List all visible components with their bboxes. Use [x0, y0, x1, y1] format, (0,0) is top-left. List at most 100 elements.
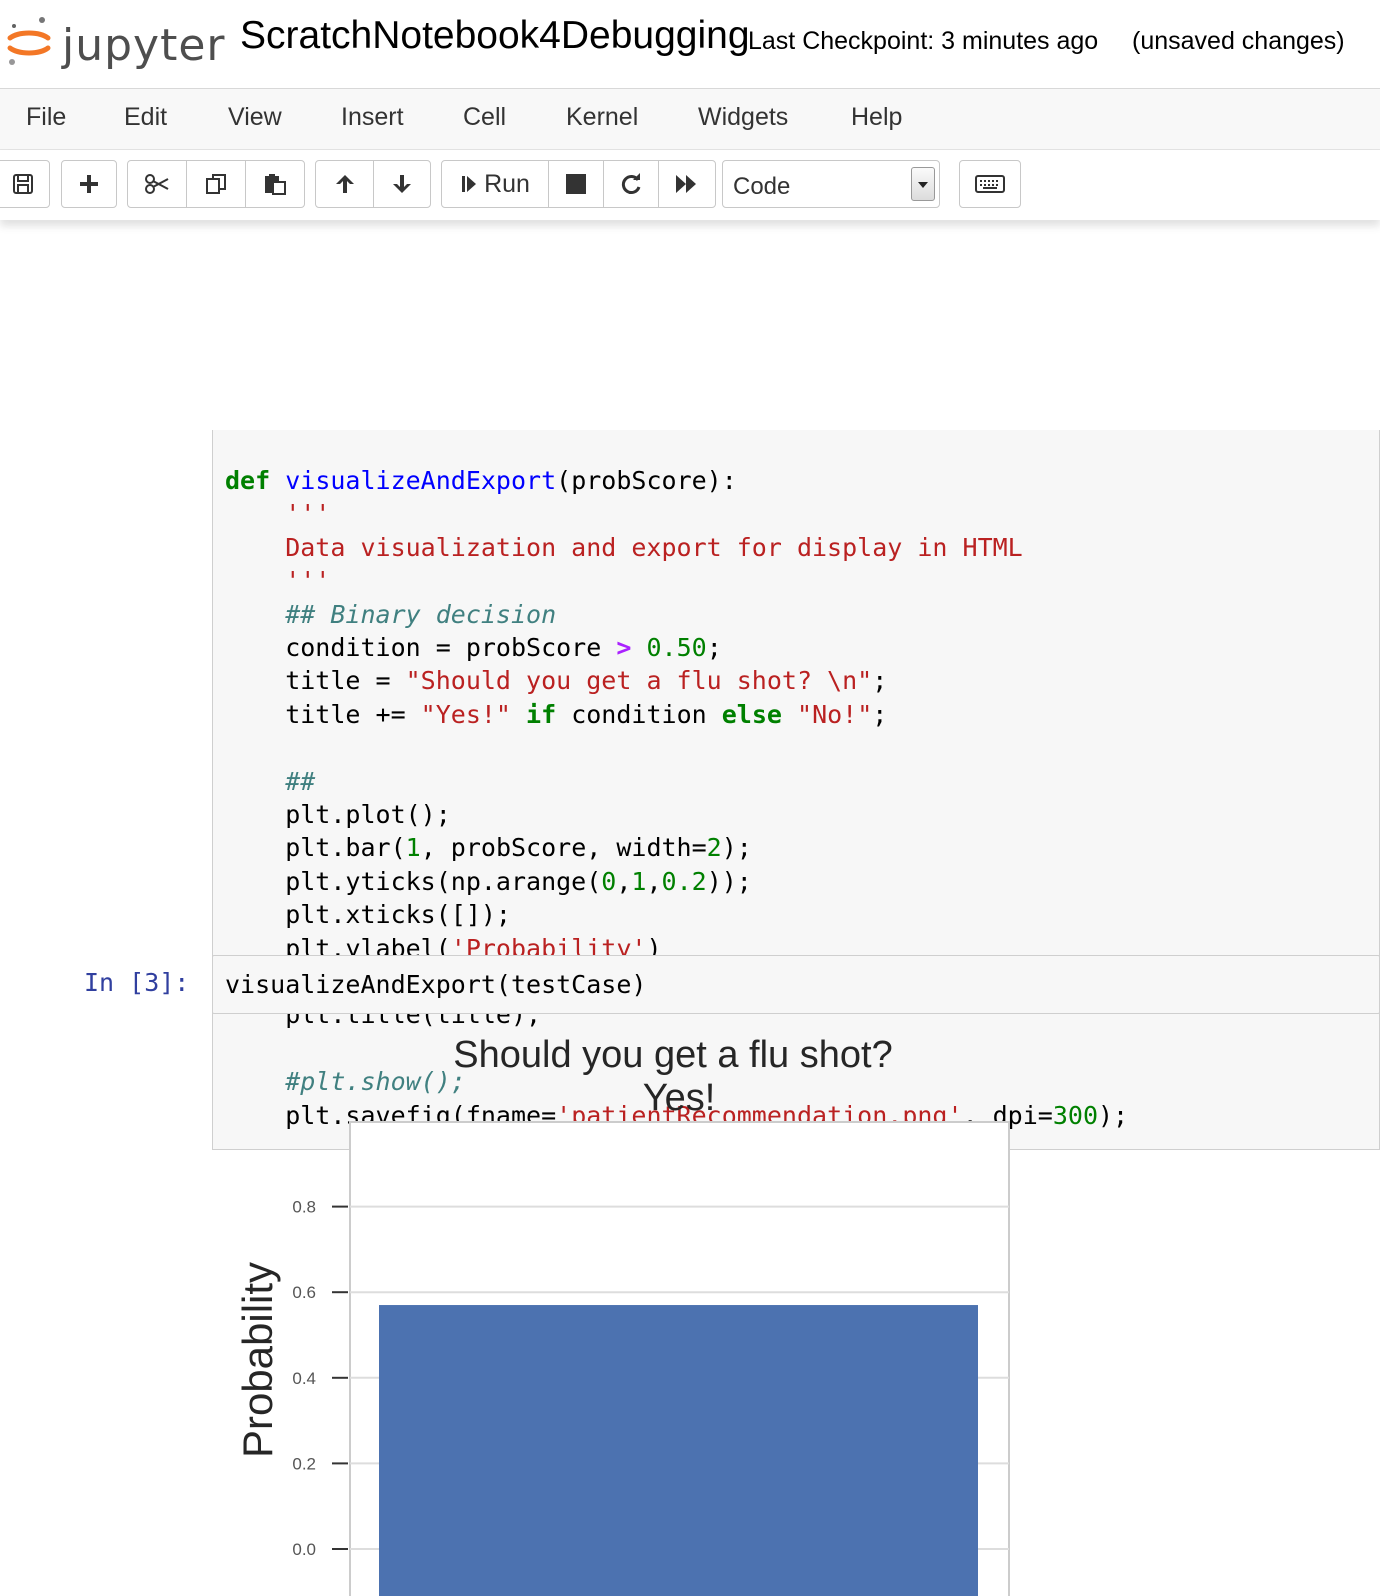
chevron-down-icon	[911, 167, 935, 201]
code-token: >	[616, 633, 632, 662]
code-token: title +=	[225, 699, 421, 729]
code-token: 0.50	[646, 633, 707, 662]
code-line: plt.xticks([]);	[225, 898, 511, 931]
code-token: plt.xticks([]);	[225, 900, 511, 930]
move-up-button[interactable]	[316, 161, 374, 207]
menu-help[interactable]: Help	[851, 103, 902, 132]
menu-file[interactable]: File	[26, 103, 66, 132]
code-line: '''	[225, 497, 330, 530]
code-token: else	[721, 699, 782, 729]
y-tick-label: 0.4	[292, 1369, 316, 1388]
menu-widgets[interactable]: Widgets	[698, 103, 788, 132]
chart-title-line-1: Should you get a flu shot?	[453, 1034, 892, 1076]
code-token: condition = probScore	[225, 633, 617, 662]
menu-kernel[interactable]: Kernel	[566, 103, 638, 132]
copy-button[interactable]	[187, 161, 246, 207]
menu-cell[interactable]: Cell	[463, 103, 506, 132]
restart-icon	[621, 173, 641, 194]
arrow-down-icon	[393, 175, 411, 193]
y-tick-label: 0.0	[292, 1540, 316, 1559]
code-token: condition	[556, 699, 722, 729]
code-token: def	[225, 466, 271, 495]
notebook-header: jupyter ScratchNotebook4Debugging Last C…	[0, 0, 1380, 88]
code-token: title =	[225, 666, 406, 696]
menu-view[interactable]: View	[228, 103, 282, 132]
code-line: title = "Should you get a flu shot? \n";	[225, 664, 887, 697]
insert-cell-button[interactable]	[62, 161, 116, 207]
code-line: title += "Yes!" if condition else "No!";	[225, 698, 887, 731]
output-chart: Should you get a flu shot? Yes! 0.00.20.…	[234, 1034, 1010, 1596]
code-line: plt.yticks(np.arange(0,1,0.2));	[225, 865, 752, 898]
notebook-name[interactable]: ScratchNotebook4Debugging	[240, 14, 750, 58]
bars	[379, 1305, 978, 1596]
code-token: ;	[706, 633, 722, 662]
code-token: 0	[601, 866, 617, 896]
keyboard-group	[959, 160, 1021, 208]
code-token: ,	[616, 866, 632, 896]
move-down-button[interactable]	[374, 161, 430, 207]
cut-button[interactable]	[128, 161, 187, 207]
code-line: ## Binary decision	[225, 598, 556, 631]
code-token: 2	[706, 833, 722, 863]
paste-icon	[265, 174, 286, 195]
y-ticks: 0.0 0.2 0.4 0.6 0.8	[292, 1198, 348, 1559]
chart-title-line-2: Yes!	[643, 1077, 716, 1119]
code-token: ;	[872, 666, 888, 696]
run-all-button[interactable]	[659, 161, 715, 207]
code-token: '''	[225, 499, 331, 529]
insert-group	[61, 160, 117, 208]
code-token: ## Binary decision	[225, 599, 557, 629]
y-tick-label: 0.8	[292, 1198, 316, 1217]
code-token: 0.2	[661, 866, 707, 896]
menu-edit[interactable]: Edit	[124, 103, 167, 132]
jupyter-logo-icon	[7, 17, 51, 65]
code-line: plt.bar(1, probScore, width=2);	[225, 831, 752, 864]
restart-button[interactable]	[604, 161, 659, 207]
code-line: condition = probScore > 0.50;	[225, 631, 722, 664]
code-line: visualizeAndExport(testCase)	[225, 970, 647, 999]
bar	[379, 1305, 978, 1596]
run-button[interactable]: Run	[442, 161, 549, 207]
code-line: '''	[225, 564, 330, 597]
arrow-up-icon	[335, 175, 354, 193]
save-group	[0, 160, 50, 208]
code-line: Data visualization and export for displa…	[225, 531, 1023, 564]
y-tick-label: 0.6	[292, 1283, 316, 1302]
clipboard-group	[127, 160, 305, 208]
y-axis-label: Probability	[234, 1262, 281, 1458]
code-token: ));	[706, 866, 752, 896]
toolbar: Run Code	[0, 150, 1380, 220]
paste-button[interactable]	[246, 161, 304, 207]
code-line: ##	[225, 765, 315, 798]
cell-type-select[interactable]: Code	[722, 160, 940, 208]
command-palette-button[interactable]	[960, 161, 1020, 207]
jupyter-logo[interactable]: jupyter	[4, 12, 226, 72]
code-token: plt.bar(	[225, 833, 406, 863]
cell-type-value: Code	[733, 173, 791, 200]
move-group	[315, 160, 431, 208]
code-token: (probScore):	[556, 466, 737, 495]
cell-input-prompt: In [3]:	[84, 968, 190, 997]
code-cell-editor-2[interactable]: visualizeAndExport(testCase)	[212, 955, 1380, 1014]
code-token: "Yes!"	[420, 699, 511, 729]
copy-icon	[206, 174, 226, 194]
y-tick-label: 0.2	[292, 1454, 316, 1473]
save-icon	[13, 174, 33, 194]
code-token: , probScore, width=	[420, 833, 707, 863]
interrupt-button[interactable]	[549, 161, 604, 207]
run-group: Run	[441, 160, 716, 208]
menu-insert[interactable]: Insert	[341, 103, 404, 132]
code-token: visualizeAndExport	[285, 466, 557, 495]
code-token: '''	[225, 566, 331, 596]
code-token: ##	[225, 766, 316, 796]
code-token: 1	[631, 866, 647, 896]
logo-text: jupyter	[62, 20, 226, 71]
code-token: if	[526, 699, 557, 729]
scissors-icon	[145, 174, 169, 194]
autosave-status: (unsaved changes)	[1132, 27, 1345, 55]
save-button[interactable]	[0, 161, 49, 207]
step-forward-icon	[462, 176, 477, 192]
